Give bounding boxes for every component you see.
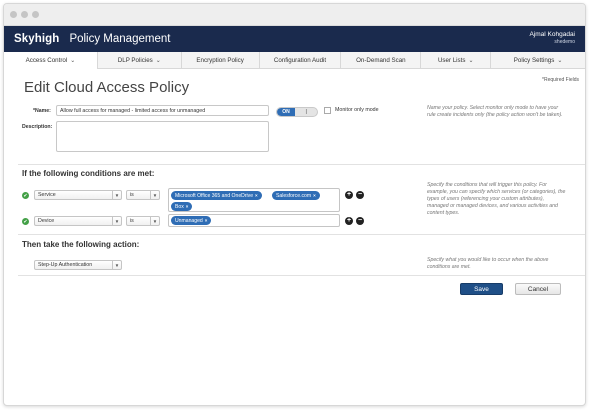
window-dot-icon[interactable] — [32, 11, 39, 18]
nav-label: Encryption Policy — [196, 56, 244, 64]
page-title: Edit Cloud Access Policy — [24, 79, 190, 96]
remove-tag-icon[interactable]: × — [186, 204, 189, 209]
window-dot-icon[interactable] — [21, 11, 28, 18]
remove-tag-icon[interactable]: × — [313, 193, 316, 198]
description-field[interactable] — [56, 121, 269, 152]
remove-condition-icon[interactable]: − — [356, 217, 364, 225]
select-value: Service — [38, 192, 56, 198]
name-help-text: Name your policy. Select monitor only mo… — [427, 105, 563, 118]
add-condition-icon[interactable]: + — [345, 217, 353, 225]
policy-name-input[interactable] — [56, 105, 269, 116]
user-org: shedemo — [554, 39, 575, 45]
dropdown-arrow-icon: ▼ — [112, 191, 121, 199]
name-label: *Name: — [33, 108, 51, 114]
cancel-button[interactable]: Cancel — [515, 283, 561, 295]
value-tag[interactable]: Unmanaged × — [171, 216, 212, 225]
tag-label: Salesforce.com — [276, 192, 312, 199]
nav-dlp-policies[interactable]: DLP Policies ⌄ — [98, 52, 182, 68]
select-value: Device — [38, 218, 55, 224]
tag-label: Microsoft Office 365 and OneDrive — [175, 192, 254, 199]
tag-label: Unmanaged — [175, 217, 203, 224]
nav-label: DLP Policies — [117, 56, 153, 64]
window-dot-icon[interactable] — [10, 11, 17, 18]
section-divider — [18, 234, 585, 235]
condition-values-box[interactable]: Microsoft Office 365 and OneDrive × Sale… — [168, 188, 340, 212]
save-button[interactable]: Save — [460, 283, 503, 295]
chevron-down-icon: ⌄ — [557, 57, 563, 64]
action-help-text: Specify what you would like to occur whe… — [427, 257, 549, 270]
action-select[interactable]: Step-Up Authentication ▼ — [34, 260, 122, 270]
remove-tag-icon[interactable]: × — [205, 218, 208, 223]
nav-label: User Lists — [437, 56, 466, 64]
user-name: Ajmal Kohgadai — [529, 31, 575, 38]
section-divider — [18, 164, 585, 165]
remove-tag-icon[interactable]: × — [255, 193, 258, 198]
remove-condition-icon[interactable]: − — [356, 191, 364, 199]
value-tag[interactable]: Box × — [171, 202, 193, 211]
monitor-only-label: Monitor only mode — [335, 107, 379, 113]
value-tag[interactable]: Salesforce.com × — [272, 191, 320, 200]
nav-user-lists[interactable]: User Lists ⌄ — [421, 52, 492, 68]
dropdown-arrow-icon: ▼ — [150, 191, 159, 199]
action-title: Then take the following action: — [22, 240, 140, 249]
nav-policy-settings[interactable]: Policy Settings ⌄ — [491, 52, 585, 68]
chevron-down-icon: ⌄ — [468, 57, 474, 64]
policy-on-toggle[interactable]: ON ||| — [276, 107, 318, 117]
nav-encryption-policy[interactable]: Encryption Policy — [182, 52, 260, 68]
brand-logo[interactable]: Skyhigh — [14, 33, 59, 45]
nav-label: Policy Settings — [513, 56, 555, 64]
select-value: Step-Up Authentication — [38, 262, 93, 268]
conditions-title: If the following conditions are met: — [22, 169, 155, 178]
select-value: is — [130, 192, 134, 198]
description-label: Description: — [22, 124, 53, 130]
dropdown-arrow-icon: ▼ — [112, 261, 121, 269]
nav-label: On-Demand Scan — [356, 56, 406, 64]
toggle-on-label: ON — [277, 108, 295, 116]
top-header: Skyhigh Policy Management Ajmal Kohgadai… — [4, 26, 585, 52]
value-tag[interactable]: Microsoft Office 365 and OneDrive × — [171, 191, 262, 200]
condition-operator-select[interactable]: is ▼ — [126, 190, 160, 200]
conditions-help-text: Specify the conditions that will trigger… — [427, 182, 566, 216]
required-note: *Required Fields — [542, 77, 579, 83]
toggle-grip-icon: ||| — [305, 109, 308, 115]
app-window: Skyhigh Policy Management Ajmal Kohgadai… — [3, 3, 586, 406]
nav-on-demand-scan[interactable]: On-Demand Scan — [341, 52, 422, 68]
condition-field-select[interactable]: Device ▼ — [34, 216, 122, 226]
nav-label: Configuration Audit — [273, 56, 327, 64]
user-menu[interactable]: Ajmal Kohgadai shedemo — [529, 30, 575, 46]
chevron-down-icon: ⌄ — [70, 57, 76, 64]
condition-values-box[interactable]: Unmanaged × — [168, 214, 340, 227]
condition-field-select[interactable]: Service ▼ — [34, 190, 122, 200]
dropdown-arrow-icon: ▼ — [112, 217, 121, 225]
add-condition-icon[interactable]: + — [345, 191, 353, 199]
nav-access-control[interactable]: Access Control ⌄ — [4, 52, 98, 69]
main-nav: Access Control ⌄ DLP Policies ⌄ Encrypti… — [4, 52, 585, 69]
tag-label: Box — [175, 203, 184, 210]
check-circle-icon: ✔ — [22, 192, 29, 199]
check-circle-icon: ✔ — [22, 218, 29, 225]
condition-operator-select[interactable]: is ▼ — [126, 216, 160, 226]
policy-form: *Required Fields Edit Cloud Access Polic… — [4, 69, 585, 405]
chevron-down-icon: ⌄ — [155, 57, 161, 64]
nav-label: Access Control — [25, 56, 68, 64]
nav-configuration-audit[interactable]: Configuration Audit — [260, 52, 342, 68]
section-divider — [18, 275, 585, 276]
app-title: Policy Management — [69, 33, 171, 45]
dropdown-arrow-icon: ▼ — [150, 217, 159, 225]
monitor-only-checkbox[interactable] — [324, 107, 331, 114]
window-chrome — [4, 4, 585, 26]
select-value: is — [130, 218, 134, 224]
